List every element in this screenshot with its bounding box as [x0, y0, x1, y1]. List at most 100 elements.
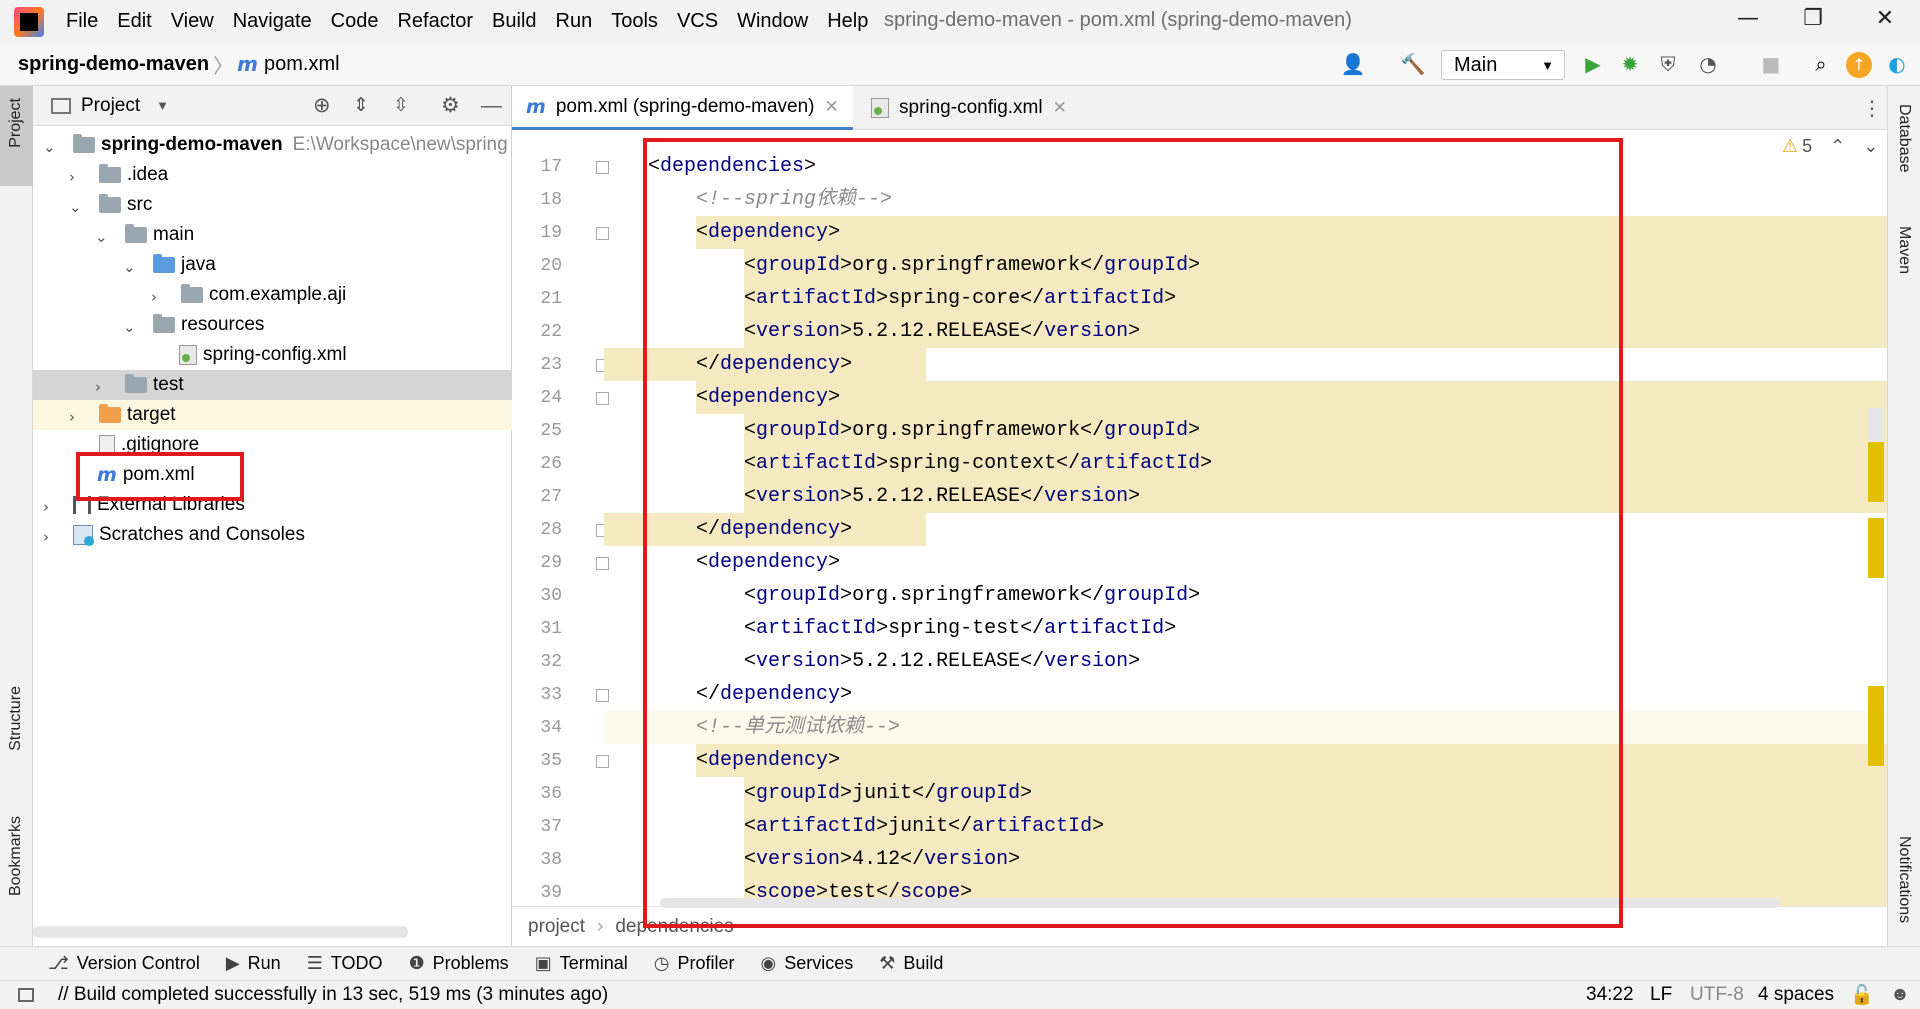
- lock-icon[interactable]: 🔓: [1850, 983, 1874, 1007]
- database-tool-tab[interactable]: Database: [1895, 104, 1913, 173]
- code-line[interactable]: <version>5.2.12.RELEASE</version>: [604, 315, 1887, 348]
- breadcrumb-project-tag[interactable]: project: [528, 916, 585, 938]
- tool-problems[interactable]: ❶ Problems: [409, 953, 509, 974]
- code-line[interactable]: <dependency>: [604, 216, 1887, 249]
- expand-all-icon[interactable]: ⇕: [353, 94, 369, 117]
- code-line[interactable]: <groupId>org.springframework</groupId>: [604, 414, 1887, 447]
- locate-icon[interactable]: ⊕: [313, 93, 331, 118]
- tree-item-test[interactable]: › test: [33, 370, 512, 400]
- tree-item-idea[interactable]: › .idea: [33, 160, 512, 190]
- chevron-up-icon[interactable]: ⌃: [1830, 136, 1845, 157]
- run-icon[interactable]: ▶: [1580, 52, 1606, 78]
- close-icon[interactable]: ✕: [1053, 98, 1067, 118]
- tool-todo[interactable]: ☰ TODO: [307, 953, 383, 974]
- menu-navigate[interactable]: Navigate: [233, 10, 312, 33]
- code-line[interactable]: <!--spring依赖-->: [604, 183, 1887, 216]
- code-line[interactable]: <dependency>: [604, 381, 1887, 414]
- chevron-right-icon[interactable]: ›: [69, 408, 83, 426]
- tree-item-spring-config[interactable]: spring-config.xml: [33, 340, 512, 370]
- user-icon[interactable]: 👤: [1340, 52, 1366, 78]
- tab-spring-config[interactable]: spring-config.xml ✕: [857, 86, 1081, 130]
- chevron-right-icon[interactable]: ›: [95, 378, 109, 396]
- status-message[interactable]: // Build completed successfully in 13 se…: [58, 984, 608, 1006]
- git-icon[interactable]: ☻: [1890, 984, 1910, 1006]
- menu-run[interactable]: Run: [556, 10, 593, 33]
- code-line[interactable]: <version>4.12</version>: [604, 843, 1887, 876]
- bookmarks-tool-tab[interactable]: Bookmarks: [7, 816, 25, 896]
- collapse-all-icon[interactable]: ⇳: [393, 94, 409, 117]
- code-line[interactable]: <groupId>org.springframework</groupId>: [604, 579, 1887, 612]
- tree-item-target[interactable]: › target: [33, 400, 512, 430]
- caret-position[interactable]: 34:22: [1586, 984, 1634, 1006]
- coverage-icon[interactable]: ⛨: [1655, 52, 1681, 78]
- tool-version-control[interactable]: ⎇ Version Control: [48, 953, 200, 974]
- code-line[interactable]: <dependency>: [604, 546, 1887, 579]
- menu-help[interactable]: Help: [827, 10, 868, 33]
- code-line[interactable]: <version>5.2.12.RELEASE</version>: [604, 480, 1887, 513]
- structure-tool-tab[interactable]: Structure: [7, 686, 25, 751]
- code-line[interactable]: <artifactId>spring-context</artifactId>: [604, 447, 1887, 480]
- code-line[interactable]: </dependency>: [604, 348, 1887, 381]
- menu-code[interactable]: Code: [331, 10, 379, 33]
- tree-item-package[interactable]: › com.example.aji: [33, 280, 512, 310]
- editor-horizontal-scrollbar[interactable]: [660, 898, 1780, 908]
- code-line[interactable]: <dependency>: [604, 744, 1887, 777]
- tool-terminal[interactable]: ▣ Terminal: [535, 953, 628, 974]
- close-icon[interactable]: ✕: [825, 97, 839, 117]
- code-line[interactable]: <dependencies>: [604, 150, 1887, 183]
- code-line[interactable]: <!--单元测试依赖-->: [604, 711, 1887, 744]
- debug-icon[interactable]: ✹: [1617, 52, 1643, 78]
- code-line[interactable]: <artifactId>spring-core</artifactId>: [604, 282, 1887, 315]
- chevron-down-icon[interactable]: ⌄: [69, 198, 83, 216]
- profile-icon[interactable]: ◔: [1695, 52, 1721, 78]
- search-icon[interactable]: ⌕: [1808, 52, 1834, 78]
- menu-refactor[interactable]: Refactor: [397, 10, 473, 33]
- more-options-icon[interactable]: ⋮: [1862, 96, 1882, 121]
- chevron-right-icon[interactable]: ›: [43, 498, 57, 516]
- tree-item-resources[interactable]: ⌄ resources: [33, 310, 512, 340]
- menu-window[interactable]: Window: [737, 10, 808, 33]
- chevron-down-icon[interactable]: ⌄: [123, 258, 137, 276]
- inspection-widget[interactable]: ⚠ 5 ⌃ ⌄: [1782, 136, 1878, 157]
- code-line[interactable]: </dependency>: [604, 678, 1887, 711]
- maven-tool-tab[interactable]: Maven: [1895, 226, 1913, 274]
- tree-item-java[interactable]: ⌄ java: [33, 250, 512, 280]
- line-separator[interactable]: LF: [1650, 984, 1672, 1006]
- run-configuration-select[interactable]: Main ▼: [1441, 50, 1565, 80]
- notifications-tool-tab[interactable]: Notifications: [1895, 836, 1913, 923]
- code-line[interactable]: <artifactId>junit</artifactId>: [604, 810, 1887, 843]
- change-marker[interactable]: [1868, 518, 1884, 578]
- horizontal-scrollbar[interactable]: [33, 926, 408, 938]
- tab-pom[interactable]: m pom.xml (spring-demo-maven) ✕: [512, 86, 853, 130]
- stop-icon[interactable]: ■: [1758, 52, 1784, 78]
- code-content[interactable]: <dependencies> <!--spring依赖--> <dependen…: [604, 130, 1887, 906]
- build-hammer-icon[interactable]: 🔨: [1400, 52, 1426, 78]
- chevron-down-icon[interactable]: ⌄: [123, 318, 137, 336]
- chevron-down-icon[interactable]: ⌄: [95, 228, 109, 246]
- code-line[interactable]: <groupId>org.springframework</groupId>: [604, 249, 1887, 282]
- tree-item-src[interactable]: ⌄ src: [33, 190, 512, 220]
- update-icon[interactable]: ↑: [1846, 52, 1872, 78]
- chevron-right-icon[interactable]: ›: [151, 288, 165, 306]
- code-line[interactable]: <version>5.2.12.RELEASE</version>: [604, 645, 1887, 678]
- breadcrumb-project[interactable]: spring-demo-maven: [18, 53, 209, 76]
- minimize-button[interactable]: —: [1728, 6, 1768, 36]
- breadcrumb-file[interactable]: pom.xml: [264, 53, 340, 76]
- chevron-down-icon[interactable]: ▼: [156, 98, 169, 113]
- breadcrumb-dependencies-tag[interactable]: dependencies: [615, 916, 733, 938]
- tree-item-gitignore[interactable]: .gitignore: [33, 430, 512, 460]
- tool-services[interactable]: ◉ Services: [760, 953, 853, 974]
- layout-icon[interactable]: [18, 988, 34, 1002]
- chevron-down-icon[interactable]: ⌄: [43, 138, 57, 156]
- menu-build[interactable]: Build: [492, 10, 536, 33]
- gear-icon[interactable]: ⚙: [441, 93, 460, 118]
- menu-file[interactable]: File: [66, 10, 98, 33]
- tree-item-scratches[interactable]: › Scratches and Consoles: [33, 520, 512, 550]
- menu-view[interactable]: View: [171, 10, 214, 33]
- change-marker[interactable]: [1868, 686, 1884, 766]
- project-panel-title[interactable]: Project: [81, 95, 140, 117]
- close-button[interactable]: ✕: [1865, 6, 1905, 36]
- file-encoding[interactable]: UTF-8: [1690, 984, 1744, 1006]
- jetbrains-icon[interactable]: ◐: [1884, 52, 1910, 78]
- tool-run[interactable]: ▶ Run: [226, 953, 281, 974]
